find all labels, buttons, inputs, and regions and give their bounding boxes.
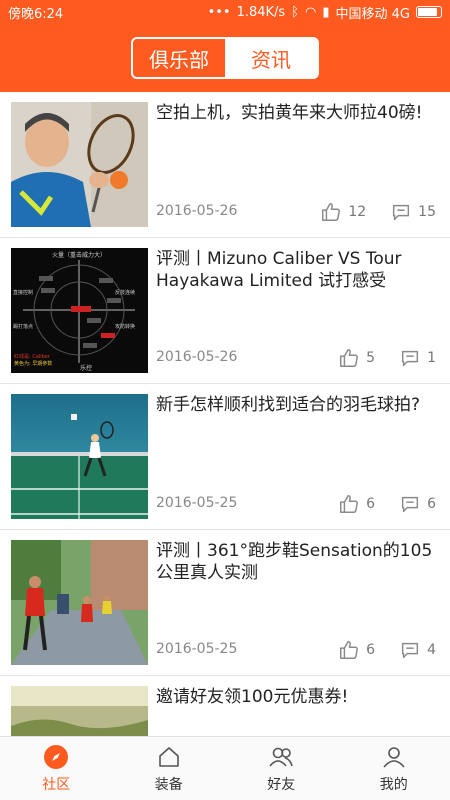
carrier-label: 中国移动 4G — [335, 6, 410, 22]
article-thumbnail — [11, 540, 148, 665]
article-stats: 6 4 — [338, 639, 436, 661]
tab-label: 社区 — [42, 776, 71, 793]
thumbs-up-icon — [340, 495, 359, 513]
thumb-axis-right1: 反技连续 — [115, 289, 135, 296]
bluetooth-icon: ᛒ — [291, 4, 300, 20]
home-icon — [158, 746, 179, 767]
article-thumbnail — [11, 102, 148, 227]
article-item[interactable]: 火量（重击威力大） 乐控 直接控制 踢打落点 反技连续 攻防转换 红线是: Ca… — [0, 238, 450, 384]
article-title: 空拍上机，实拍黄年来大师拉40磅! — [156, 103, 423, 123]
tab-community[interactable]: 社区 — [0, 737, 113, 800]
battery-icon — [416, 6, 442, 18]
article-thumbnail — [11, 394, 148, 519]
tab-label: 我的 — [379, 776, 408, 793]
article-date: 2016-05-26 — [156, 203, 238, 219]
wifi-icon: ◠ — [305, 4, 317, 20]
comment-count: 15 — [418, 204, 436, 220]
article-title: 邀请好友领100元优惠券! — [156, 687, 349, 707]
comment-icon — [402, 350, 419, 367]
article-stats: 6 6 — [338, 493, 436, 515]
thumb-legend-1: 红线是: Caliber — [14, 353, 51, 360]
thumb-axis-right2: 攻防转换 — [115, 323, 135, 330]
like-stat[interactable]: 6 — [338, 639, 375, 661]
like-stat[interactable]: 12 — [320, 201, 366, 223]
article-stats: 5 1 — [338, 347, 436, 369]
article-title: 评测丨Mizuno Caliber VS Tour Hayakawa Limit… — [156, 249, 402, 291]
like-count: 6 — [366, 642, 376, 658]
article-date: 2016-05-25 — [156, 641, 238, 657]
thumb-axis-left1: 直接控制 — [13, 289, 33, 296]
article-item[interactable]: 邀请好友领100元优惠券! — [0, 676, 450, 736]
more-dots-icon: ••• — [207, 4, 231, 20]
bottom-tabbar: 社区 装备 好友 我的 — [0, 736, 450, 800]
comment-count: 6 — [427, 496, 436, 512]
article-list[interactable]: 空拍上机，实拍黄年来大师拉40磅! 2016-05-26 12 15 火量（重击… — [0, 92, 450, 736]
article-date: 2016-05-26 — [156, 349, 238, 365]
comment-icon — [393, 204, 410, 221]
status-time: 傍晚6:24 — [8, 6, 64, 22]
tab-friends[interactable]: 好友 — [225, 737, 338, 800]
article-thumbnail: 火量（重击威力大） 乐控 直接控制 踢打落点 反技连续 攻防转换 红线是: Ca… — [11, 248, 148, 373]
like-count: 5 — [366, 350, 376, 366]
comment-stat[interactable]: 6 — [399, 493, 436, 515]
comment-stat[interactable]: 1 — [399, 347, 436, 369]
compass-icon — [44, 744, 69, 769]
header-bar: 俱乐部 资讯 — [0, 24, 450, 92]
network-speed: 1.84K/s — [236, 4, 286, 20]
friends-icon — [269, 747, 294, 767]
thumb-axis-top: 火量（重击威力大） — [52, 251, 106, 259]
person-icon — [383, 746, 405, 768]
tab-club[interactable]: 俱乐部 — [133, 39, 225, 77]
article-title: 新手怎样顺利找到适合的羽毛球拍? — [156, 395, 421, 415]
tab-label: 好友 — [267, 776, 296, 793]
tab-equipment[interactable]: 装备 — [113, 737, 226, 800]
like-stat[interactable]: 5 — [338, 347, 375, 369]
comment-count: 4 — [427, 642, 436, 658]
thumbs-up-icon — [322, 203, 341, 221]
thumb-axis-left2: 踢打落点 — [13, 323, 33, 330]
like-stat[interactable]: 6 — [338, 493, 375, 515]
article-item[interactable]: 评测丨361°跑步鞋Sensation的105公里真人实测 2016-05-25… — [0, 530, 450, 676]
tab-label: 装备 — [154, 776, 183, 793]
article-item[interactable]: 空拍上机，实拍黄年来大师拉40磅! 2016-05-26 12 15 — [0, 92, 450, 238]
comment-icon — [402, 496, 419, 513]
comment-stat[interactable]: 4 — [399, 639, 436, 661]
tab-news[interactable]: 资讯 — [225, 39, 317, 77]
comment-icon — [402, 642, 419, 659]
article-thumbnail — [11, 686, 148, 736]
tab-mine[interactable]: 我的 — [338, 737, 450, 800]
segment-control: 俱乐部 资讯 — [131, 37, 319, 79]
like-count: 6 — [366, 496, 376, 512]
article-stats: 12 15 — [320, 201, 436, 223]
signal-icon: ▮ — [322, 4, 330, 20]
status-bar: 傍晚6:24 ••• 1.84K/s ᛒ ◠ ▮ 中国移动 4G — [0, 0, 450, 24]
comment-count: 1 — [427, 350, 436, 366]
thumbs-up-icon — [340, 641, 359, 659]
like-count: 12 — [348, 204, 367, 220]
article-title: 评测丨361°跑步鞋Sensation的105公里真人实测 — [156, 541, 433, 583]
thumb-legend-2: 黄色为: 早期参数 — [14, 360, 52, 367]
article-date: 2016-05-25 — [156, 495, 238, 511]
comment-stat[interactable]: 15 — [390, 201, 436, 223]
status-right: ••• 1.84K/s ᛒ ◠ ▮ 中国移动 4G — [208, 3, 442, 22]
article-item[interactable]: 新手怎样顺利找到适合的羽毛球拍? 2016-05-25 6 6 — [0, 384, 450, 530]
thumb-axis-bottom: 乐控 — [80, 364, 92, 372]
thumbs-up-icon — [340, 349, 359, 367]
